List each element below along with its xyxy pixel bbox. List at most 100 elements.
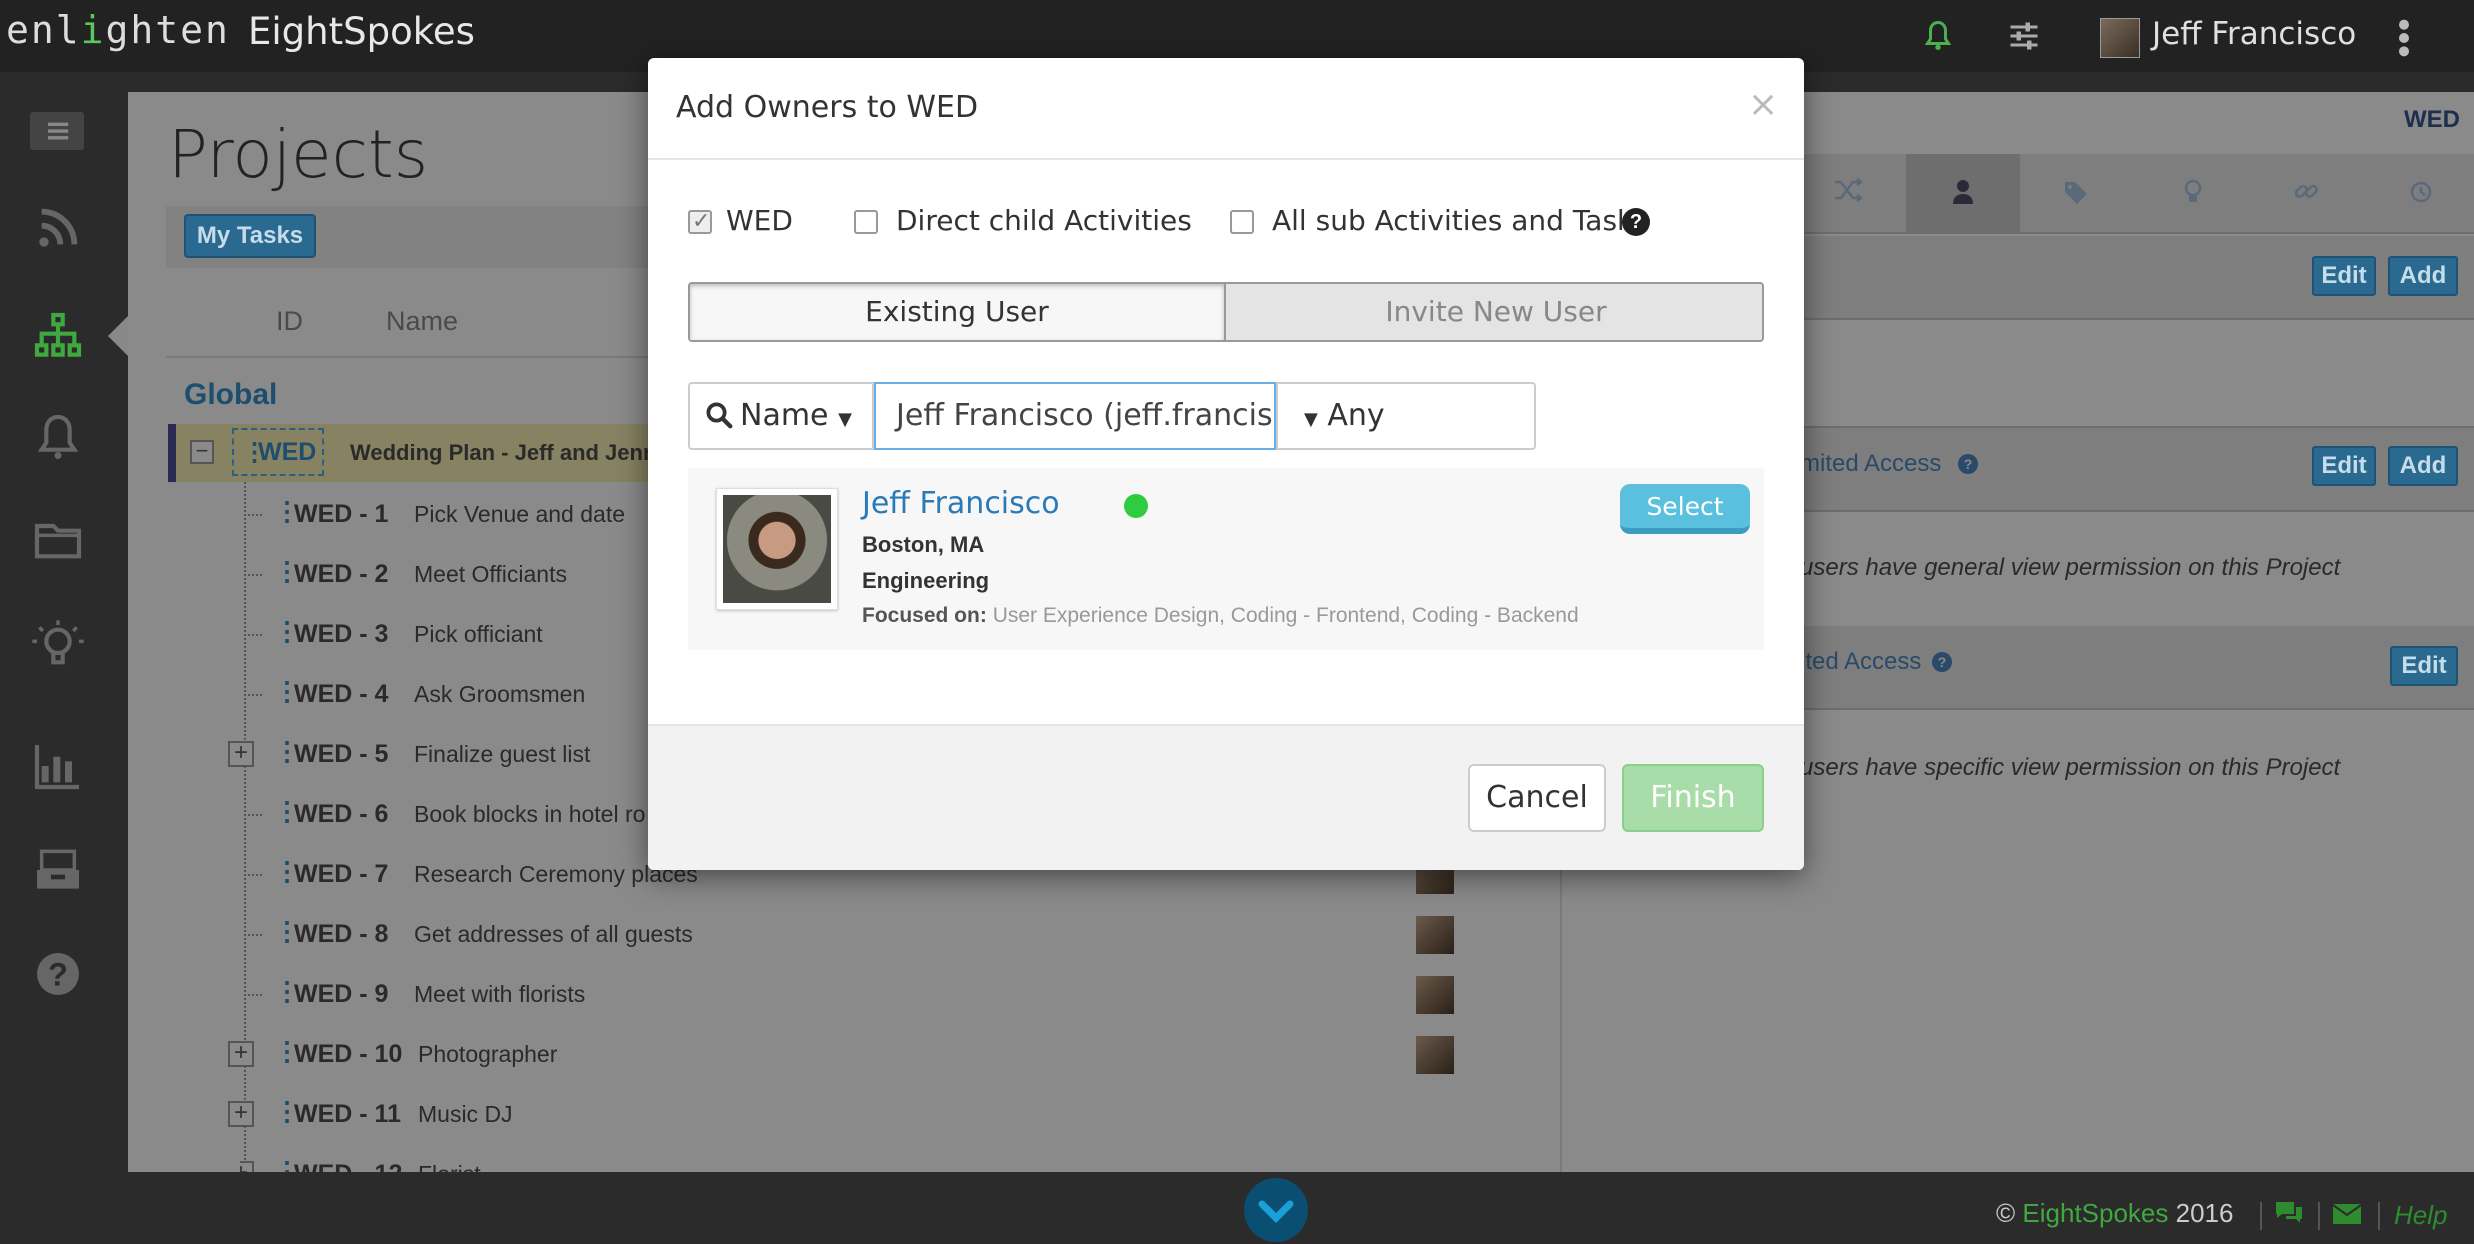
expand-toggle[interactable]: + [228,1101,254,1127]
existing-user-tab[interactable]: Existing User [690,284,1226,340]
footer-divider [2260,1202,2262,1230]
hierarchy-icon[interactable] [30,308,86,364]
edit-specific-button[interactable]: Edit [2390,646,2458,686]
direct-child-label[interactable]: Direct child Activities [896,204,1192,237]
page-title: Projects [168,116,429,193]
chat-icon[interactable] [2274,1200,2304,1226]
general-access-heading: mited Access [1800,450,1942,477]
lightbulb-icon[interactable] [2136,154,2250,234]
drag-handle-icon[interactable]: ⋮ [242,430,267,474]
task-id: WED - 10 [294,1040,403,1068]
owner-avatar[interactable] [1416,1036,1454,1074]
task-name[interactable]: Pick Venue and date [414,501,625,528]
expand-toggle[interactable]: + [228,1041,254,1067]
footer-brand-link[interactable]: EightSpokes [2022,1198,2168,1228]
task-row[interactable]: + ⋮ WED - 11 Music DJ [228,1086,1440,1142]
task-row[interactable]: +⋮WED - 12Florist [240,1146,1440,1172]
svg-text:?: ? [48,956,68,993]
wed-checkbox[interactable] [688,208,712,234]
task-name[interactable]: Get addresses of all guests [414,921,693,948]
edit-general-button[interactable]: Edit [2312,446,2376,486]
company-filter-dropdown[interactable]: ▼ Any Company [1276,382,1536,501]
task-id: WED - 12 [294,1160,402,1172]
task-name[interactable]: Meet Officiants [414,561,567,588]
close-icon[interactable]: × [1748,84,1778,125]
user-focus: Focused on: User Experience Design, Codi… [862,604,1579,628]
tree-connector [244,874,262,876]
project-name[interactable]: Wedding Plan - Jeff and Jenn [350,440,656,466]
my-tasks-button[interactable]: My Tasks [184,214,316,258]
user-avatar[interactable] [2100,18,2140,58]
collapse-toggle[interactable]: − [190,440,214,464]
task-name[interactable]: Photographer [418,1041,557,1068]
app-name[interactable]: EightSpokes [248,10,475,53]
inbox-icon[interactable] [30,842,86,898]
footer-help-link[interactable]: Help [2394,1200,2447,1231]
owner-avatar[interactable] [1416,976,1454,1014]
tree-connector [244,694,262,696]
task-id: WED - 9 [294,980,389,1008]
task-name[interactable]: Book blocks in hotel ro [414,801,645,828]
direct-child-checkbox[interactable] [854,210,878,234]
user-search-input[interactable]: Jeff Francisco (jeff.francisco@eightspok… [874,382,1276,450]
menu-toggle-icon[interactable] [30,112,84,150]
cancel-button[interactable]: Cancel [1468,764,1606,832]
kebab-menu-icon[interactable] [2396,18,2412,58]
group-heading: Global [184,378,278,411]
help-icon[interactable]: ? [30,946,86,1002]
shuffle-icon[interactable] [1790,154,1904,234]
user-name[interactable]: Jeff Francisco [2152,16,2356,52]
task-row[interactable]: + ⋮ WED - 10 Photographer [228,1026,1454,1082]
dialog-title: Add Owners to WED [676,90,979,125]
feed-icon[interactable] [30,200,86,256]
column-header-name[interactable]: Name [386,306,458,337]
task-name[interactable]: Meet with florists [414,981,585,1008]
invite-new-user-tab[interactable]: Invite New User [1228,284,1764,340]
column-header-id[interactable]: ID [276,306,303,337]
sliders-icon[interactable] [2006,18,2042,54]
general-access-description: users have general view permission on th… [1800,554,2341,581]
all-sub-label[interactable]: All sub Activities and Tasks [1272,204,1648,237]
bell-icon[interactable] [1920,18,1956,54]
task-name[interactable]: Ask Groomsmen [414,681,585,708]
user-icon[interactable] [1906,154,2020,234]
bar-chart-icon[interactable] [30,738,86,794]
history-icon[interactable] [2364,154,2474,234]
user-result-card[interactable]: Jeff Francisco Boston, MA Engineering Fo… [688,468,1764,650]
logo-text: enlighten [6,8,230,52]
bell-icon[interactable] [30,410,86,466]
lightbulb-icon[interactable] [30,618,86,674]
scroll-down-icon[interactable] [1244,1178,1308,1242]
task-row[interactable]: ⋮ WED - 8 Get addresses of all guests [240,906,1454,962]
task-name[interactable]: Pick officiant [414,621,543,648]
task-name[interactable]: Florist [418,1161,481,1172]
edit-owners-button[interactable]: Edit [2312,256,2376,296]
task-id: WED - 2 [294,560,389,588]
tags-icon[interactable] [2020,154,2134,234]
select-user-button[interactable]: Select [1620,484,1750,534]
mail-icon[interactable] [2332,1202,2362,1226]
task-row[interactable]: ⋮ WED - 9 Meet with florists [240,966,1454,1022]
link-icon[interactable] [2250,154,2364,234]
wed-checkbox-label[interactable]: WED [726,204,793,237]
expand-toggle[interactable]: + [228,741,254,767]
caret-down-icon: ▼ [1304,409,1318,430]
add-owners-button[interactable]: Add [2388,256,2458,296]
help-icon[interactable]: ? [1930,650,1954,674]
finish-button[interactable]: Finish [1622,764,1764,832]
copyright: © EightSpokes 2016 [1996,1198,2233,1229]
owner-avatar[interactable] [1416,916,1454,954]
folder-icon[interactable] [30,512,86,568]
task-name[interactable]: Music DJ [418,1101,513,1128]
task-name[interactable]: Finalize guest list [414,741,590,768]
help-icon[interactable]: ? [1956,452,1980,476]
panel-project-id: WED [2404,106,2460,133]
help-icon[interactable]: ? [1622,208,1650,236]
all-sub-checkbox[interactable] [1230,210,1254,234]
user-name-link[interactable]: Jeff Francisco [862,486,1060,521]
project-id-chip[interactable]: ⋮ WED [232,428,324,476]
add-general-button[interactable]: Add [2388,446,2458,486]
expand-toggle[interactable]: + [240,1161,254,1172]
enlighten-logo[interactable]: enlighten [6,8,230,52]
task-id: WED - 6 [294,800,389,828]
